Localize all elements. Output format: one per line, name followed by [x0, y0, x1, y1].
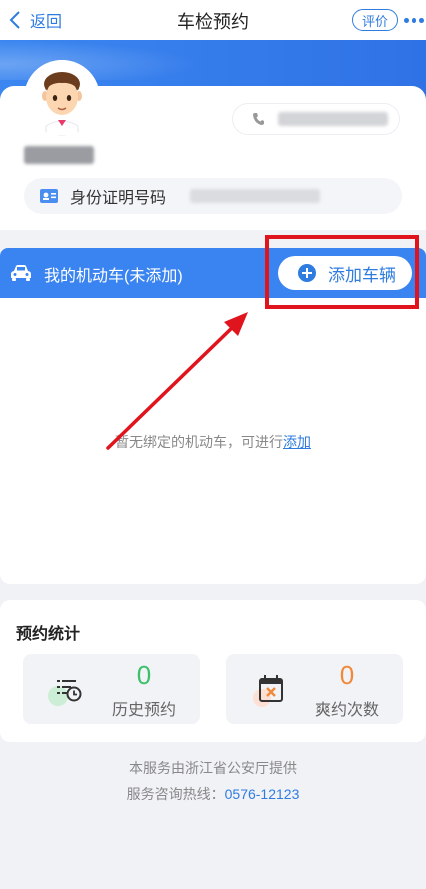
- hotline-label: 服务咨询热线：: [126, 786, 225, 802]
- chevron-left-icon: [9, 11, 20, 29]
- empty-vehicles-message: 暂无绑定的机动车，可进行添加: [0, 432, 426, 452]
- annotation-highlight-box: [265, 235, 419, 309]
- car-icon: [11, 265, 31, 281]
- missed-count: 0: [339, 660, 355, 690]
- user-name-redacted: [24, 146, 94, 164]
- avatar-boy-icon: [24, 60, 100, 136]
- vehicles-title: 我的机动车(未添加): [44, 268, 183, 285]
- stats-title: 预约统计: [16, 626, 81, 643]
- back-label: 返回: [30, 14, 63, 31]
- id-number-row: 身份证明号码: [24, 178, 402, 214]
- history-label: 历史预约: [111, 702, 176, 719]
- calendar-cancel-icon: [253, 675, 283, 707]
- back-button[interactable]: 返回: [8, 9, 62, 31]
- history-list-icon: [48, 680, 82, 706]
- add-vehicle-link[interactable]: 添加: [283, 434, 311, 450]
- history-appointments-tile[interactable]: 0 历史预约: [23, 654, 200, 724]
- phone-number-redacted: [278, 112, 388, 126]
- id-number-redacted: [190, 189, 321, 203]
- hotline-number[interactable]: 0576-12123: [225, 786, 300, 802]
- id-card-icon: [40, 189, 58, 203]
- missed-label: 爽约次数: [314, 702, 379, 719]
- history-count: 0: [136, 660, 152, 690]
- phone-number-field: [232, 103, 400, 135]
- empty-text: 暂无绑定的机动车，可进行: [115, 434, 283, 450]
- phone-icon: [253, 113, 264, 125]
- nav-bar: 返回 车检预约 评价: [0, 0, 426, 40]
- id-label: 身份证明号码: [70, 190, 167, 207]
- hotline-text: 服务咨询热线：0576-12123: [0, 784, 426, 804]
- rate-button[interactable]: 评价: [352, 9, 398, 31]
- service-provider-text: 本服务由浙江省公安厅提供: [129, 760, 297, 776]
- more-dots-icon[interactable]: [404, 18, 425, 24]
- missed-appointments-tile[interactable]: 0 爽约次数: [226, 654, 403, 724]
